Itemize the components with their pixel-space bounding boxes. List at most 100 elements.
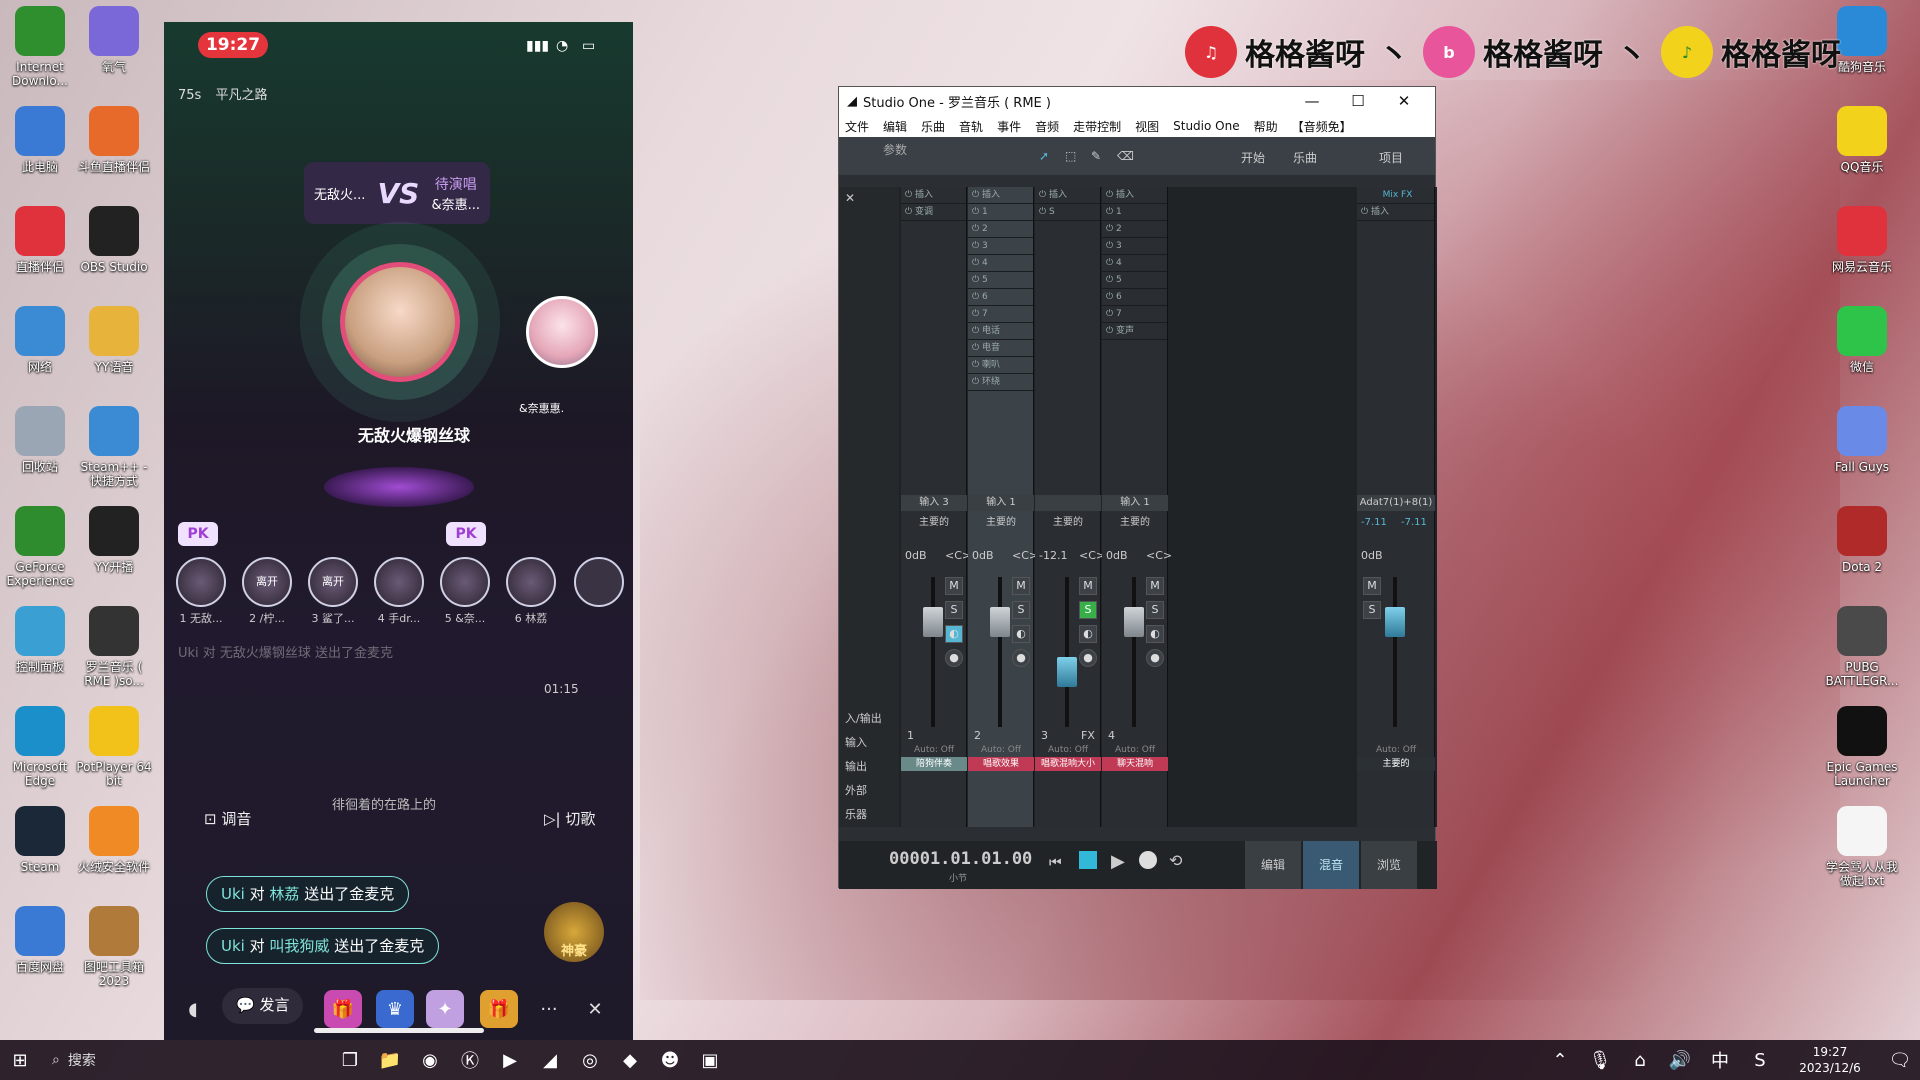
close-panel-icon[interactable]: ✕ bbox=[839, 187, 899, 209]
master-insert-slot[interactable]: ⏻ 插入 bbox=[1357, 204, 1434, 221]
sidebar-item[interactable]: 输出 bbox=[845, 755, 882, 779]
desktop-icon[interactable]: 学会骂人从我做起.txt bbox=[1822, 806, 1902, 888]
record-arm-icon[interactable]: ● bbox=[1146, 649, 1164, 667]
rewind-icon[interactable]: ⏮ bbox=[1049, 855, 1062, 871]
insert-header[interactable]: ⏻ 插入 bbox=[1102, 187, 1167, 204]
insert-slot[interactable]: ⏻ 5 bbox=[968, 272, 1033, 289]
desktop-icon[interactable]: 微信 bbox=[1822, 306, 1902, 374]
insert-slot[interactable]: ⏻ 电话 bbox=[968, 323, 1033, 340]
menu-item[interactable]: 走带控制 bbox=[1073, 118, 1121, 135]
channel-label[interactable]: 聊天混响 bbox=[1102, 757, 1168, 771]
network-tray-icon[interactable]: ⌂ bbox=[1620, 1040, 1660, 1080]
host-avatar[interactable] bbox=[340, 262, 460, 382]
desktop-icon[interactable]: PotPlayer 64 bit bbox=[74, 706, 154, 788]
windows-start-icon[interactable]: ⊞ bbox=[0, 1040, 40, 1080]
mix-view-button[interactable]: 混音 bbox=[1303, 841, 1359, 889]
solo-button[interactable]: S bbox=[1012, 601, 1030, 619]
mute-button[interactable]: M bbox=[1146, 577, 1164, 595]
sogou-icon[interactable]: S bbox=[1740, 1040, 1780, 1080]
desktop-icon[interactable]: OBS Studio bbox=[74, 206, 154, 274]
insert-slot[interactable]: ⏻ 5 bbox=[1102, 272, 1167, 289]
vs-panel[interactable]: 无敌火... VS 待演唱 &奈惠... bbox=[304, 162, 490, 224]
gift-box-icon[interactable]: 🎁 bbox=[480, 990, 518, 1028]
taskbar-search[interactable]: ⌕ 搜索 bbox=[40, 1040, 220, 1080]
insert-slot[interactable]: ⏻ 1 bbox=[1102, 204, 1167, 221]
gift-icon-3[interactable]: ✦ bbox=[426, 990, 464, 1028]
microphone-icon[interactable]: 🎙 bbox=[1580, 1040, 1620, 1080]
browse-view-button[interactable]: 浏览 bbox=[1361, 841, 1417, 889]
volume-icon[interactable]: ◖ bbox=[174, 990, 212, 1028]
song-button[interactable]: 乐曲 bbox=[1293, 149, 1317, 166]
eraser-tool-icon[interactable]: ⌫ bbox=[1117, 149, 1134, 163]
desktop-icon[interactable]: 网络 bbox=[0, 306, 80, 374]
menu-item[interactable]: 文件 bbox=[845, 118, 869, 135]
menu-item[interactable]: 视图 bbox=[1135, 118, 1159, 135]
seat-avatar[interactable] bbox=[506, 557, 556, 607]
insert-slot[interactable]: ⏻ 电音 bbox=[968, 340, 1033, 357]
desktop-icon[interactable]: Steam bbox=[0, 806, 80, 874]
insert-slot[interactable]: ⏻ 3 bbox=[1102, 238, 1167, 255]
range-tool-icon[interactable]: ⬚ bbox=[1065, 149, 1076, 163]
studio-one-icon[interactable]: ◢ bbox=[530, 1040, 570, 1080]
desktop-icon[interactable]: 百度网盘 bbox=[0, 906, 80, 974]
douyu-icon[interactable]: ◆ bbox=[610, 1040, 650, 1080]
menu-item[interactable]: 乐曲 bbox=[921, 118, 945, 135]
insert-header[interactable]: ⏻ 插入 bbox=[901, 187, 966, 204]
obs-icon[interactable]: ◎ bbox=[570, 1040, 610, 1080]
insert-slot[interactable]: ⏻ 2 bbox=[1102, 221, 1167, 238]
desktop-icon[interactable]: 罗兰音乐 ( RME )so... bbox=[74, 606, 154, 688]
master-mute-button[interactable]: M bbox=[1363, 577, 1381, 595]
gift-icon-1[interactable]: 🎁 bbox=[324, 990, 362, 1028]
kugou-icon[interactable]: Ⓚ bbox=[450, 1040, 490, 1080]
channel-route[interactable]: 主要的 bbox=[901, 513, 967, 528]
send-message-input[interactable]: 💬 发言 bbox=[222, 988, 304, 1024]
yy-icon[interactable]: ☻ bbox=[650, 1040, 690, 1080]
stop-icon[interactable] bbox=[1079, 851, 1097, 869]
record-arm-icon[interactable]: ● bbox=[945, 649, 963, 667]
channel-label[interactable]: 陪狗伴奏 bbox=[901, 757, 967, 771]
desktop-icon[interactable]: Microsoft Edge bbox=[0, 706, 80, 788]
channel-label[interactable]: 唱歌混响大小 bbox=[1035, 757, 1101, 771]
sidebar-item[interactable]: 入/输出 bbox=[845, 707, 882, 731]
desktop-icon[interactable]: QQ音乐 bbox=[1822, 106, 1902, 174]
task-view-icon[interactable]: ❐ bbox=[330, 1040, 370, 1080]
desktop-icon[interactable]: GeForce Experience bbox=[0, 506, 80, 588]
desktop-icon[interactable]: 氧气 bbox=[74, 6, 154, 74]
monitor-icon[interactable]: ◐ bbox=[1012, 625, 1030, 643]
maximize-icon[interactable]: ☐ bbox=[1335, 92, 1381, 110]
desktop-icon[interactable]: Internet Downlo... bbox=[0, 6, 80, 88]
seat-avatar[interactable] bbox=[440, 557, 490, 607]
potplayer-icon[interactable]: ▶ bbox=[490, 1040, 530, 1080]
tune-button[interactable]: ⊡ 调音 bbox=[204, 808, 251, 829]
ime-indicator[interactable]: 中 bbox=[1700, 1040, 1740, 1080]
sidebar-item[interactable]: 外部 bbox=[845, 779, 882, 803]
loop-icon[interactable]: ⟲ bbox=[1169, 851, 1182, 870]
desktop-icon[interactable]: Dota 2 bbox=[1822, 506, 1902, 574]
master-solo-button[interactable]: S bbox=[1363, 601, 1381, 619]
desktop-icon[interactable]: 此电脑 bbox=[0, 106, 80, 174]
channel-input[interactable] bbox=[1035, 495, 1101, 511]
screen-tool-icon[interactable]: ▣ bbox=[690, 1040, 730, 1080]
insert-slot[interactable]: ⏻ 6 bbox=[968, 289, 1033, 306]
more-icon[interactable]: ··· bbox=[530, 990, 568, 1028]
solo-button[interactable]: S bbox=[1079, 601, 1097, 619]
close-icon[interactable]: ✕ bbox=[1381, 92, 1427, 110]
desktop-icon[interactable]: Fall Guys bbox=[1822, 406, 1902, 474]
automation-mode[interactable]: Auto: Off bbox=[968, 745, 1034, 755]
gift-icon-2[interactable]: ♛ bbox=[376, 990, 414, 1028]
desktop-icon[interactable]: 斗鱼直播伴侣 bbox=[74, 106, 154, 174]
insert-slot[interactable]: ⏻ 7 bbox=[1102, 306, 1167, 323]
insert-header[interactable]: ⏻ 插入 bbox=[968, 187, 1033, 204]
channel-route[interactable]: 主要的 bbox=[1102, 513, 1168, 528]
minimize-icon[interactable]: — bbox=[1289, 92, 1335, 110]
mute-button[interactable]: M bbox=[945, 577, 963, 595]
insert-slot[interactable]: ⏻ 喇叭 bbox=[968, 357, 1033, 374]
automation-mode[interactable]: Auto: Off bbox=[1035, 745, 1101, 755]
insert-slot[interactable]: ⏻ 4 bbox=[968, 255, 1033, 272]
menu-item[interactable]: 帮助 bbox=[1254, 118, 1278, 135]
insert-header[interactable]: ⏻ 插入 bbox=[1035, 187, 1100, 204]
start-button[interactable]: 开始 bbox=[1241, 149, 1265, 166]
sidebar-item[interactable]: 乐器 bbox=[845, 803, 882, 827]
pencil-tool-icon[interactable]: ✎ bbox=[1091, 149, 1101, 163]
tray-chevron-icon[interactable]: ⌃ bbox=[1540, 1040, 1580, 1080]
